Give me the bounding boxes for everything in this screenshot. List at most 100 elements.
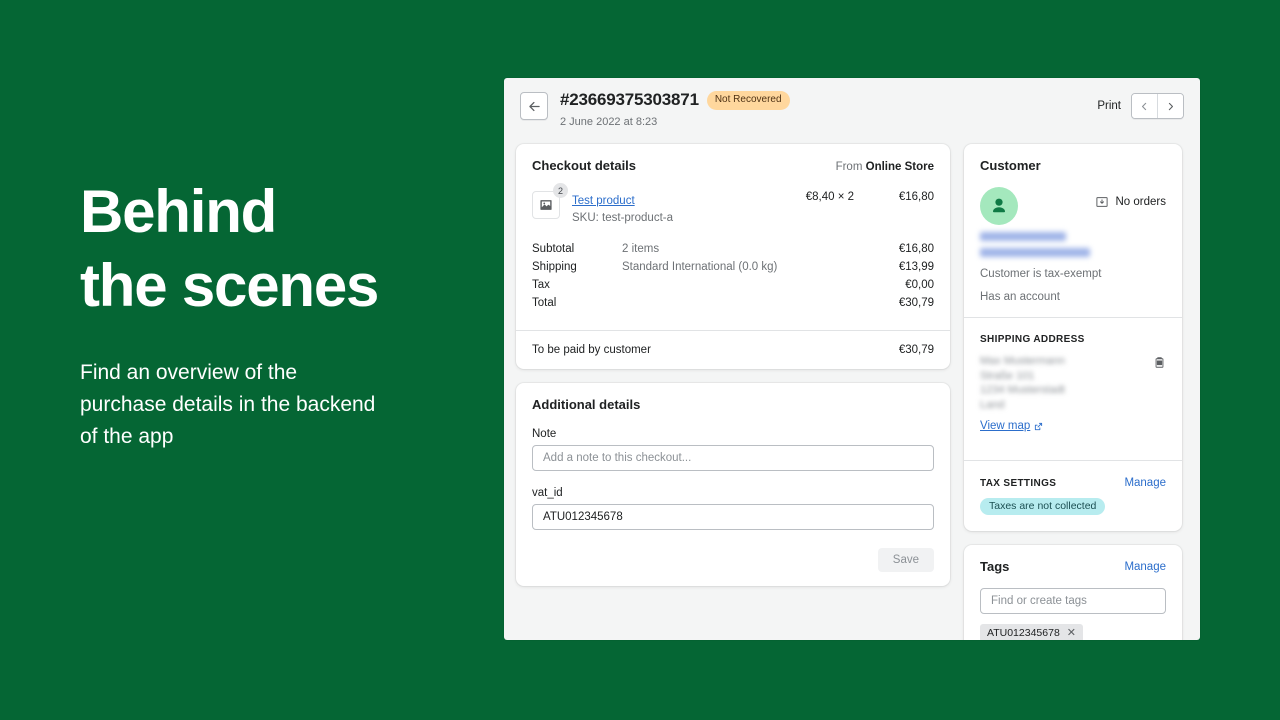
vat-id-label: vat_id	[532, 487, 563, 499]
order-date: 2 June 2022 at 8:23	[560, 116, 658, 128]
previous-order-button[interactable]	[1132, 94, 1157, 118]
tags-card-body: Tags Manage ATU012345678 ✕	[964, 545, 1182, 640]
tag-chip-label: ATU012345678	[987, 627, 1060, 639]
customer-name: Max Mustermann	[980, 232, 1066, 241]
product-sku: SKU: test-product-a	[572, 212, 673, 224]
tax-settings-section: TAX SETTINGS Manage Taxes are not collec…	[964, 461, 1182, 531]
total-label: Total	[532, 297, 557, 309]
tax-settings-title: TAX SETTINGS	[980, 477, 1057, 489]
shipping-address-title: SHIPPING ADDRESS	[980, 334, 1085, 345]
checkout-details-card: Checkout details From Online Store 2 Tes…	[516, 144, 950, 369]
chevron-left-icon	[1141, 102, 1147, 110]
note-input[interactable]	[532, 445, 934, 471]
amount-to-be-paid-label: To be paid by customer	[532, 344, 651, 356]
customer-account-text: Has an account	[980, 291, 1060, 303]
arrow-left-icon	[528, 101, 540, 111]
page-body: Checkout details From Online Store 2 Tes…	[504, 128, 1200, 640]
order-source-prefix: From	[835, 161, 863, 173]
tax-status-badge: Taxes are not collected	[980, 498, 1106, 515]
customer-email: Max@mustermann.com	[980, 248, 1090, 257]
line-item-total: €16,80	[898, 191, 934, 203]
customer-tax-exempt-text: Customer is tax-exempt	[980, 268, 1102, 280]
tags-input[interactable]	[980, 588, 1166, 614]
total-label: Subtotal	[532, 243, 575, 255]
table-row: Shipping Standard International (0.0 kg)…	[532, 258, 934, 276]
customer-card: Customer No orders Customer is tax-exemp…	[964, 144, 1182, 531]
orders-inbox-icon	[1095, 197, 1108, 207]
customer-summary: No orders	[980, 187, 1166, 225]
main-column: Checkout details From Online Store 2 Tes…	[516, 144, 950, 600]
orders-count: No orders	[1095, 187, 1167, 209]
total-value: €30,79	[898, 297, 934, 309]
next-order-button[interactable]	[1157, 94, 1183, 118]
address-line: Straße 101	[980, 369, 1035, 382]
shipping-address-header: SHIPPING ADDRESS	[980, 334, 1166, 345]
address-line: Max Mustermann	[980, 355, 1065, 367]
line-item-info: Test product SKU: test-product-a	[572, 191, 762, 224]
page-header: #23669375303871 Not Recovered 2 June 202…	[504, 78, 1200, 128]
total-value: €13,99	[898, 261, 934, 273]
header-titles: #23669375303871 Not Recovered 2 June 202…	[560, 90, 1097, 128]
back-button[interactable]	[520, 92, 548, 120]
tax-settings-manage-link[interactable]: Manage	[1124, 477, 1166, 489]
save-row: Save	[532, 548, 934, 572]
total-label: Tax	[532, 279, 550, 291]
avatar	[980, 187, 1018, 225]
save-button[interactable]: Save	[877, 548, 934, 572]
tag-chip[interactable]: ATU012345678 ✕	[980, 624, 1083, 640]
additional-details-title: Additional details	[532, 397, 641, 412]
tags-manage-link[interactable]: Manage	[1124, 561, 1166, 573]
tags-title: Tags	[980, 559, 1010, 574]
view-map-label: View map	[980, 420, 1031, 432]
shipping-address-section: SHIPPING ADDRESS Max Mustermann Straße 1…	[964, 318, 1182, 448]
header-actions: Print	[1097, 93, 1184, 119]
checkout-details-header: Checkout details From Online Store	[532, 158, 934, 173]
amount-to-be-paid-row: To be paid by customer €30,79	[516, 331, 950, 369]
totals-list: Subtotal 2 items €16,80 Shipping Standar…	[532, 240, 934, 316]
checkout-details-title: Checkout details	[532, 158, 637, 173]
table-row: Total €30,79	[532, 294, 934, 312]
remove-tag-icon[interactable]: ✕	[1067, 627, 1076, 639]
total-desc: 2 items	[622, 243, 660, 255]
product-link[interactable]: Test product	[572, 195, 635, 207]
line-item: 2 Test product SKU: test-product-a €8,40…	[532, 183, 934, 240]
promo-headline-line1: Behind	[80, 178, 277, 245]
checkout-details-body: Checkout details From Online Store 2 Tes…	[516, 144, 950, 330]
external-link-icon	[1035, 422, 1043, 430]
order-source-name: Online Store	[865, 161, 934, 173]
vat-id-input[interactable]	[532, 504, 934, 530]
print-button[interactable]: Print	[1097, 100, 1121, 112]
app-window: #23669375303871 Not Recovered 2 June 202…	[504, 78, 1200, 640]
total-value: €16,80	[898, 243, 934, 255]
customer-card-body: Customer No orders Customer is tax-exemp…	[964, 144, 1182, 317]
chevron-right-icon	[1168, 102, 1174, 110]
address-line: Land	[980, 398, 1005, 411]
line-item-unit-price: €8,40 × 2	[805, 191, 854, 203]
additional-details-card: Additional details Note vat_id Save	[516, 383, 950, 586]
tags-header: Tags Manage	[980, 559, 1166, 574]
page-title: #23669375303871	[560, 90, 699, 109]
pagination	[1131, 93, 1184, 119]
tax-settings-header: TAX SETTINGS Manage	[980, 477, 1166, 489]
promo-subtext: Find an overview of the purchase details…	[80, 361, 376, 448]
note-label: Note	[532, 428, 557, 440]
promo-headline: Behind the scenes	[80, 175, 480, 323]
promo-panel: Behind the scenes Find an overview of th…	[80, 175, 480, 453]
shipping-address-block: Max Mustermann Straße 101 1234 Mustersta…	[980, 354, 1166, 412]
order-source: From Online Store	[836, 161, 934, 173]
clipboard-icon	[1155, 357, 1164, 368]
additional-details-body: Additional details Note vat_id Save	[516, 383, 950, 586]
line-item-thumb-wrap: 2	[532, 183, 568, 219]
title-row: #23669375303871 Not Recovered	[560, 90, 1097, 110]
view-map-link[interactable]: View map	[980, 420, 1043, 432]
orders-count-label: No orders	[1115, 196, 1167, 208]
copy-address-icon[interactable]	[1153, 356, 1166, 374]
image-placeholder-icon	[540, 200, 552, 210]
total-value: €0,00	[905, 279, 934, 291]
customer-title: Customer	[980, 158, 1041, 173]
amount-to-be-paid-value: €30,79	[898, 344, 934, 356]
address-line: 1234 Musterstadt	[980, 384, 1065, 396]
status-badge: Not Recovered	[706, 90, 790, 110]
table-row: Subtotal 2 items €16,80	[532, 240, 934, 258]
table-row: Tax €0,00	[532, 276, 934, 294]
